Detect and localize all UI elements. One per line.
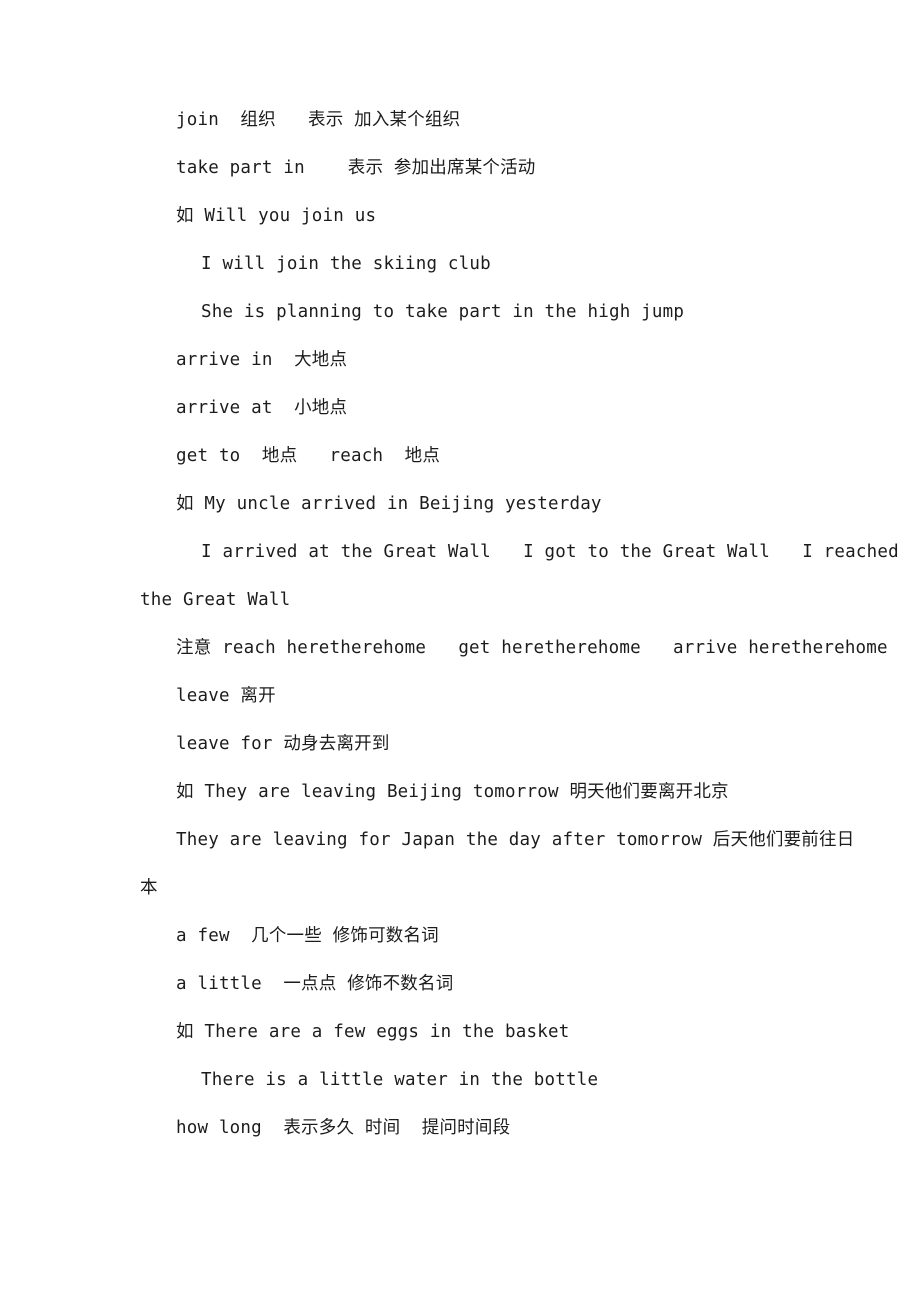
text-line: I arrived at the Great Wall I got to the… bbox=[201, 542, 899, 562]
text-line: a little 一点点 修饰不数名词 bbox=[176, 974, 454, 994]
text-line: a few 几个一些 修饰可数名词 bbox=[176, 926, 439, 946]
text-line-continuation: 本 bbox=[140, 878, 158, 898]
document-page: join 组织 表示 加入某个组织 take part in 表示 参加出席某个… bbox=[0, 0, 920, 1302]
text-line: 如 They are leaving Beijing tomorrow 明天他们… bbox=[176, 782, 729, 802]
text-line: I will join the skiing club bbox=[201, 254, 491, 274]
text-line: arrive in 大地点 bbox=[176, 350, 348, 370]
text-line: leave 离开 bbox=[176, 686, 276, 706]
text-line: They are leaving for Japan the day after… bbox=[176, 830, 855, 850]
text-line-continuation: the Great Wall bbox=[140, 590, 291, 610]
text-line: 如 My uncle arrived in Beijing yesterday bbox=[176, 494, 602, 514]
text-line: take part in 表示 参加出席某个活动 bbox=[176, 158, 536, 178]
text-line: 如 There are a few eggs in the basket bbox=[176, 1022, 570, 1042]
text-line: There is a little water in the bottle bbox=[201, 1070, 599, 1090]
text-line: how long 表示多久 时间 提问时间段 bbox=[176, 1118, 511, 1138]
text-line: 注意 reach heretherehome get heretherehome… bbox=[176, 638, 888, 658]
text-line: arrive at 小地点 bbox=[176, 398, 348, 418]
text-line: get to 地点 reach 地点 bbox=[176, 446, 441, 466]
text-line: join 组织 表示 加入某个组织 bbox=[176, 110, 461, 130]
text-line: 如 Will you join us bbox=[176, 206, 377, 226]
text-line: leave for 动身去离开到 bbox=[176, 734, 390, 754]
document-text-body: join 组织 表示 加入某个组织 take part in 表示 参加出席某个… bbox=[140, 96, 899, 1152]
text-line: She is planning to take part in the high… bbox=[201, 302, 685, 322]
